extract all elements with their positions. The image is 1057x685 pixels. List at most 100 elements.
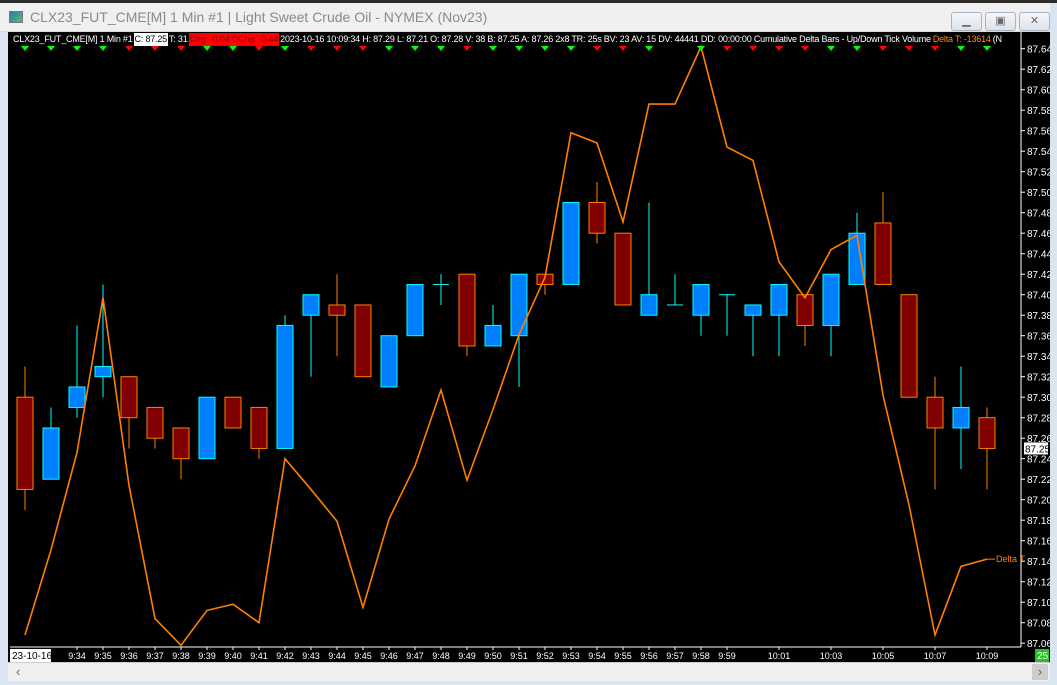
time-tick-label: 9:44	[328, 651, 346, 661]
time-tick-label: 9:51	[510, 651, 528, 661]
price-tick-label: 87.22	[1027, 475, 1050, 486]
price-tick-label: 87.28	[1027, 414, 1050, 425]
candle-down	[120, 376, 138, 419]
time-tick-label: 9:43	[302, 651, 320, 661]
price-tick-label: 87.50	[1027, 188, 1050, 199]
candle-down	[978, 417, 996, 449]
down-marker-icon	[177, 46, 185, 51]
time-tick-label: 9:38	[172, 651, 190, 661]
scroll-right-arrow[interactable]: ›	[1032, 664, 1048, 680]
candle-down	[900, 294, 918, 398]
candle-down	[614, 232, 632, 306]
price-tick-label: 87.42	[1027, 270, 1050, 281]
time-tick-label: 9:52	[536, 651, 554, 661]
title-bar[interactable]: CLX23_FUT_CME[M] 1 Min #1 | Light Sweet …	[0, 3, 1050, 32]
candle-up	[744, 304, 762, 316]
time-tick-label: 9:45	[354, 651, 372, 661]
time-tick-label: 9:54	[588, 651, 606, 661]
price-tick-label: 87.60	[1027, 86, 1050, 97]
down-marker-icon	[463, 46, 471, 51]
candle-down	[354, 304, 372, 378]
up-marker-icon	[203, 46, 211, 51]
chart-window[interactable]: 87.64 87.62 87.60 87.58 87.56 87.54 87.52 87.50…	[8, 32, 1050, 662]
candle-down	[926, 396, 944, 429]
price-tick-label: 87.18	[1027, 516, 1050, 527]
price-tick-label: 87.56	[1027, 127, 1050, 138]
down-marker-icon	[879, 46, 887, 51]
up-marker-icon	[957, 46, 965, 51]
time-tick-label: 9:48	[432, 651, 450, 661]
candle-up	[822, 273, 840, 326]
down-marker-icon	[775, 46, 783, 51]
price-tick-label: 87.34	[1027, 352, 1050, 363]
candle-up	[484, 324, 502, 347]
scroll-left-arrow[interactable]: ‹	[16, 664, 20, 679]
candle-up	[94, 365, 112, 378]
minimize-icon: ▁	[962, 15, 971, 27]
candle-up	[406, 283, 424, 337]
up-marker-icon	[99, 46, 107, 51]
down-marker-icon	[333, 46, 341, 51]
symbol-label: CLX23_FUT_CME[M] 1 Min #1	[13, 34, 133, 44]
restore-icon: ▣	[995, 15, 1006, 27]
time-tick-label: 9:47	[406, 651, 424, 661]
price-tick-label: 87.14	[1027, 557, 1050, 568]
candle-down	[146, 406, 164, 439]
price-tick-label: 87.52	[1027, 168, 1050, 179]
time-tick-label: 9:41	[250, 651, 268, 661]
time-tick-label: 9:53	[562, 651, 580, 661]
price-tick-label: 87.12	[1027, 578, 1050, 589]
up-marker-icon	[645, 46, 653, 51]
up-marker-icon	[827, 46, 835, 51]
restore-button[interactable]: ▣	[985, 12, 1016, 31]
last-price-label: 87.25	[1025, 444, 1050, 455]
horizontal-scrollbar[interactable]: ‹ ›	[8, 662, 1050, 681]
window-border	[0, 681, 1057, 685]
down-marker-icon	[619, 46, 627, 51]
up-marker-icon	[697, 46, 705, 51]
candle-down	[458, 273, 476, 347]
up-marker-icon	[281, 46, 289, 51]
price-tick-label: 87.08	[1027, 619, 1050, 630]
price-chart[interactable]: 87.64 87.62 87.60 87.58 87.56 87.54 87.52 87.50…	[8, 32, 1050, 662]
down-marker-icon	[931, 46, 939, 51]
candle-down	[796, 294, 814, 326]
price-tick-label: 87.24	[1027, 455, 1050, 466]
candle-up	[952, 406, 970, 429]
delta-line	[24, 44, 988, 647]
minimize-button[interactable]: ▁	[951, 12, 982, 31]
time-tick-label: 10:01	[768, 651, 791, 661]
candle-up	[198, 396, 216, 460]
close-icon: ✕	[1029, 15, 1040, 27]
up-marker-icon	[385, 46, 393, 51]
down-marker-icon	[905, 46, 913, 51]
candle-up	[42, 427, 60, 480]
time-tick-label: 9:39	[198, 651, 216, 661]
price-tick-label: 87.44	[1027, 250, 1050, 261]
up-marker-icon	[229, 46, 237, 51]
time-tick-label: 9:42	[276, 651, 294, 661]
time-tick-label: 10:05	[872, 651, 895, 661]
price-tick-label: 87.36	[1027, 332, 1050, 343]
price-tick-label: 87.64	[1027, 45, 1050, 56]
up-marker-icon	[567, 46, 575, 51]
price-tick-label: 87.54	[1027, 147, 1050, 158]
up-marker-icon	[853, 46, 861, 51]
price-tick-label: 87.10	[1027, 598, 1050, 609]
time-tick-label: 9:59	[718, 651, 736, 661]
date-label: 23-10-16	[12, 651, 52, 662]
candle-up	[770, 283, 788, 316]
price-tick-label: 87.58	[1027, 106, 1050, 117]
up-marker-icon	[73, 46, 81, 51]
price-tick-label: 87.62	[1027, 65, 1050, 76]
price-tick-label: 87.16	[1027, 537, 1050, 548]
close-price: C: 87.25	[133, 33, 168, 46]
close-button[interactable]: ✕	[1019, 12, 1050, 31]
window-title: CLX23_FUT_CME[M] 1 Min #1 | Light Sweet …	[30, 9, 488, 25]
price-tick-label: 87.20	[1027, 496, 1050, 507]
change-label: Chg: -0.04 DChg: -0.44	[188, 33, 280, 46]
time-tick-label: 9:49	[458, 651, 476, 661]
time-tick-label: 9:46	[380, 651, 398, 661]
time-tick-label: 9:57	[666, 651, 684, 661]
candle-up	[692, 283, 710, 316]
